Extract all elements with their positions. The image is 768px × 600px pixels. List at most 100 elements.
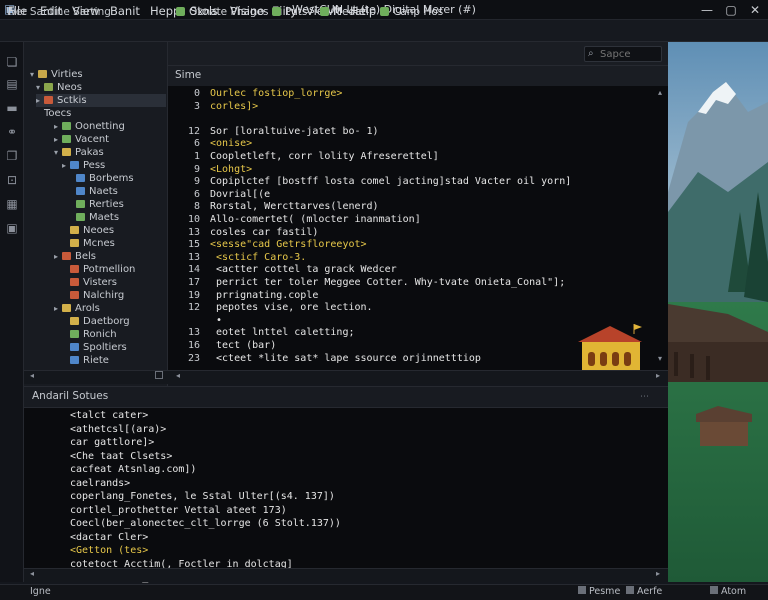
status-label: Pesme	[589, 586, 621, 597]
chevron-right-icon[interactable]: ▸	[36, 94, 44, 107]
code-line: 19 prrignating.cople	[170, 290, 660, 303]
tree-item[interactable]: Borbems	[68, 172, 166, 185]
extensions-icon[interactable]: ▣	[4, 220, 20, 236]
tree-item-label: Spoltiers	[83, 342, 127, 353]
tree-item[interactable]: Riete	[62, 354, 166, 367]
code-text: corles]>	[210, 100, 259, 112]
bookmark-icon[interactable]: ⊡	[4, 172, 20, 188]
maximize-icon[interactable]: ▢	[720, 2, 742, 18]
chevron-down-icon[interactable]: ▾	[30, 68, 38, 81]
tree-item-label: Neoes	[83, 225, 115, 236]
editor-hscrollbar[interactable]	[168, 370, 668, 384]
tree-item[interactable]: ▸ Sctkis	[36, 94, 166, 107]
folder-icon	[76, 187, 85, 195]
scroll-up-icon[interactable]: ▴	[658, 88, 662, 97]
tree-item[interactable]: Naets	[68, 185, 166, 198]
castle-roof	[578, 326, 642, 342]
chevron-down-icon[interactable]: ▾	[36, 81, 44, 94]
files-icon[interactable]: ❏	[4, 54, 20, 70]
flag	[634, 324, 642, 330]
barn-wall	[668, 342, 768, 382]
castle-window	[600, 352, 607, 366]
tree-item[interactable]: Daetborg	[62, 315, 166, 328]
tree-item[interactable]: ▾ Neos	[36, 81, 166, 94]
doc-icon	[578, 586, 586, 594]
tree-item-label: Borbems	[89, 173, 134, 184]
scroll-right-icon[interactable]: ▸	[656, 371, 660, 380]
tree-item[interactable]: Maets	[68, 211, 166, 224]
tree-item-label: Riete	[83, 355, 109, 366]
panel-menu-icon[interactable]: ⋯	[640, 392, 649, 402]
tree-item[interactable]: ▸ Oonetting	[54, 120, 166, 133]
tree-item[interactable]: Neoes	[62, 224, 166, 237]
tree-item-label: Neos	[57, 82, 82, 93]
chevron-right-icon[interactable]: ▸	[54, 302, 62, 315]
tree-item[interactable]: Spoltiers	[62, 341, 166, 354]
editor-vscrollbar[interactable]: ▴ ▾	[656, 88, 666, 368]
tree-item-label: Rerties	[89, 199, 124, 210]
tree-item[interactable]: ▸ Pess	[62, 159, 166, 172]
panel-header	[24, 386, 668, 408]
tree-item[interactable]: ▸ Bels	[54, 250, 166, 263]
toolbar-button-label: Canp Hos	[393, 6, 444, 18]
close-icon[interactable]: ✕	[744, 2, 766, 18]
menu-bar	[0, 20, 768, 42]
tree-item-label: Vacent	[75, 134, 110, 145]
status-item-pesme[interactable]: Pesme	[578, 585, 620, 599]
toolbar-button-pages[interactable]: Oxnate Phages	[176, 4, 269, 20]
explorer-hscrollbar[interactable]	[24, 370, 168, 384]
folder-icon	[70, 343, 79, 351]
grid-icon[interactable]: ▦	[4, 196, 20, 212]
line-number: 13	[187, 251, 200, 263]
tree-item[interactable]: Toecs	[36, 107, 166, 120]
tree-item-label: Potmellion	[83, 264, 136, 275]
chevron-right-icon[interactable]: ▸	[54, 120, 62, 133]
scroll-left-icon[interactable]: ◂	[176, 371, 180, 380]
link-icon[interactable]: ⚭	[4, 124, 20, 140]
scroll-down-icon[interactable]: ▾	[658, 354, 662, 363]
chevron-right-icon[interactable]: ▸	[54, 250, 62, 263]
folder-icon	[70, 291, 79, 299]
search-input[interactable]	[600, 47, 660, 61]
tree-item-label: Bels	[75, 251, 97, 262]
tree-item[interactable]: ▾ Pakas	[54, 146, 166, 159]
tree-item[interactable]: Nalchirg	[62, 289, 166, 302]
book-icon[interactable]: ❐	[4, 148, 20, 164]
minimize-icon[interactable]: —	[696, 2, 718, 18]
code-line: 3 corles]>	[170, 101, 660, 114]
toolbar-button-puts[interactable]: Puts	[272, 4, 307, 20]
status-label: Atom	[721, 586, 747, 597]
line-number: 6	[193, 138, 200, 150]
tree-item[interactable]: ▸ Vacent	[54, 133, 166, 146]
toolbar-button-canp[interactable]: Canp Hos	[380, 4, 443, 20]
tree-item[interactable]: ▾ Virties	[30, 68, 166, 81]
panel-hscrollbar[interactable]	[24, 568, 668, 582]
status-item-aerfe[interactable]: Aerfe	[626, 585, 662, 599]
toolbar-button-medat[interactable]: Medat	[320, 4, 366, 20]
status-label: Aerfe	[637, 586, 663, 597]
cabin-wall	[700, 422, 748, 446]
tree-item-label: Sctkis	[57, 95, 87, 106]
code-text: Rorstal, Wercttarves(lenerd)	[210, 201, 379, 213]
scroll-right-icon[interactable]: ▸	[656, 569, 660, 578]
tree-item[interactable]: Rerties	[68, 198, 166, 211]
scroll-left-icon[interactable]: ◂	[30, 371, 34, 380]
tree-item[interactable]: Potmellion	[62, 263, 166, 276]
chevron-down-icon[interactable]: ▾	[54, 146, 62, 159]
code-text: •	[210, 314, 223, 326]
tree-item[interactable]: Mcnes	[62, 237, 166, 250]
folder-icon	[70, 226, 79, 234]
chevron-right-icon[interactable]: ▸	[62, 159, 70, 172]
window-icon[interactable]: ▤	[4, 76, 20, 92]
folder-icon	[70, 239, 79, 247]
tree-item[interactable]: Ronich	[62, 328, 166, 341]
scroll-left-icon[interactable]: ◂	[30, 569, 34, 578]
tree-item[interactable]: Visters	[62, 276, 166, 289]
folder-icon	[76, 213, 85, 221]
tree-item[interactable]: ▸ Arols	[54, 302, 166, 315]
status-item-atom[interactable]: Atom	[710, 585, 746, 599]
folder-icon[interactable]: ▬	[4, 100, 20, 116]
panel-line: caelrands>	[70, 477, 131, 489]
chevron-right-icon[interactable]: ▸	[54, 133, 62, 146]
scroll-corner-icon[interactable]	[155, 371, 163, 379]
